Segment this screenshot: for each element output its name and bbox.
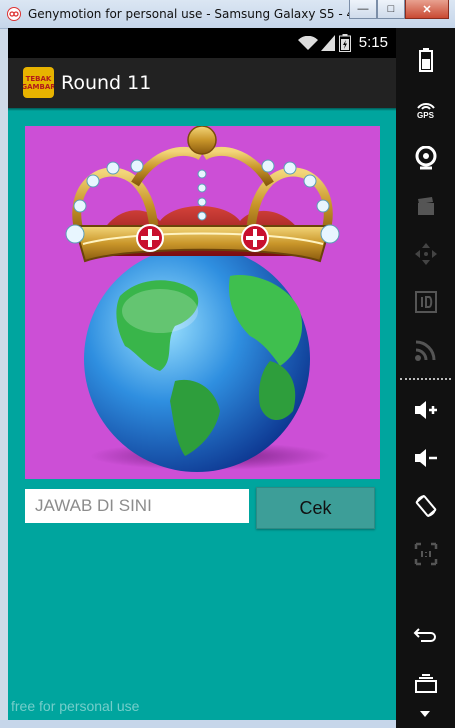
cast-button[interactable] bbox=[396, 330, 455, 370]
media-icon bbox=[417, 197, 434, 215]
webcam-button[interactable] bbox=[396, 138, 455, 178]
genymotion-toolbar: GPS bbox=[396, 28, 455, 728]
status-time: 5:15 bbox=[358, 34, 388, 51]
round-title: Round 11 bbox=[61, 72, 152, 94]
menu-arrow-icon bbox=[420, 711, 430, 717]
cast-icon bbox=[414, 340, 435, 361]
check-button[interactable]: Cek bbox=[256, 487, 375, 529]
app-logo-line1: TEBAK bbox=[25, 74, 52, 83]
volume-up-button[interactable] bbox=[396, 390, 455, 430]
minimize-button[interactable]: — bbox=[349, 0, 377, 19]
window-title: Genymotion for personal use - Samsung Ga… bbox=[28, 7, 389, 21]
volume-down-button[interactable] bbox=[396, 438, 455, 478]
back-button[interactable] bbox=[396, 614, 455, 654]
wifi-icon bbox=[298, 36, 318, 50]
rotate-icon bbox=[415, 495, 436, 517]
gps-icon bbox=[416, 103, 435, 110]
genymotion-app-icon bbox=[7, 7, 21, 21]
answer-row: Cek bbox=[25, 487, 375, 529]
scale-button[interactable] bbox=[396, 534, 455, 574]
watermark-text: free for personal use bbox=[11, 698, 140, 714]
id-button[interactable] bbox=[396, 282, 455, 322]
gps-button[interactable]: GPS bbox=[396, 90, 455, 130]
status-bar: 5:15 bbox=[8, 28, 396, 58]
puzzle-image bbox=[25, 125, 380, 479]
dpad-button[interactable] bbox=[396, 234, 455, 274]
recent-apps-icon bbox=[414, 674, 437, 693]
window-titlebar: Genymotion for personal use - Samsung Ga… bbox=[0, 0, 455, 29]
webcam-icon bbox=[415, 146, 436, 170]
rotate-button[interactable] bbox=[396, 486, 455, 526]
battery-button[interactable] bbox=[396, 40, 455, 80]
android-screen: 5:15 TEBAK GAMBAR Round 11 JAWAB DI SINI… bbox=[8, 28, 396, 720]
volume-down-icon bbox=[414, 449, 437, 467]
answer-input[interactable] bbox=[25, 489, 249, 523]
app-logo: TEBAK GAMBAR bbox=[23, 67, 54, 98]
crown-on-globe-image bbox=[65, 125, 340, 472]
scale-icon bbox=[414, 542, 437, 566]
media-button[interactable] bbox=[396, 186, 455, 226]
maximize-button[interactable]: □ bbox=[377, 0, 405, 19]
recent-apps-button[interactable] bbox=[396, 664, 455, 704]
signal-icon bbox=[321, 35, 335, 51]
back-icon bbox=[413, 628, 436, 642]
dpad-icon bbox=[414, 243, 437, 265]
app-logo-line2: GAMBAR bbox=[23, 82, 54, 91]
close-button[interactable]: ✕ bbox=[405, 0, 449, 19]
id-icon bbox=[414, 291, 437, 313]
gps-label: GPS bbox=[417, 111, 434, 120]
action-bar: TEBAK GAMBAR Round 11 bbox=[8, 58, 396, 111]
battery-status-icon bbox=[339, 34, 351, 52]
volume-up-icon bbox=[414, 401, 437, 419]
battery-icon bbox=[418, 48, 433, 72]
